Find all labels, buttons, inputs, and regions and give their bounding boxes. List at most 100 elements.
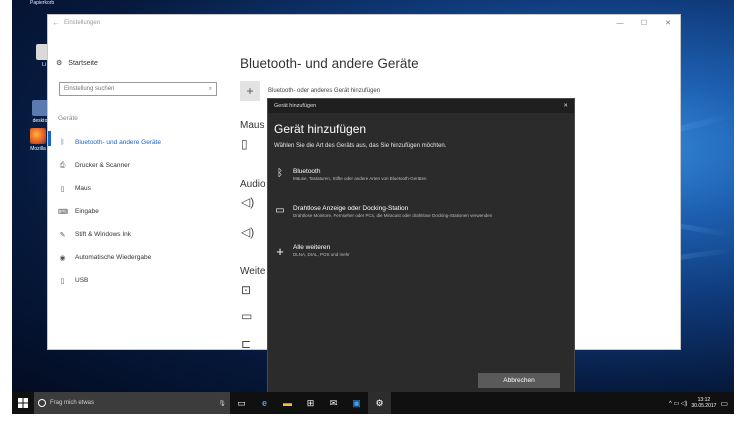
- store-icon: ⊞: [306, 397, 315, 408]
- add-device-dialog: Gerät hinzufügen ✕ Gerät hinzufügen Wähl…: [267, 98, 575, 396]
- nav-item-printers[interactable]: ⎙ Drucker & Scanner: [56, 154, 226, 177]
- settings-nav: ᛒ Bluetooth- und andere Geräte ⎙ Drucker…: [56, 131, 226, 292]
- taskbar: Frag mich etwas 🎙︎ ▭ e ▬ ⊞ ✉ ▣ ⚙ ^ ▭ ◁) …: [12, 392, 734, 414]
- settings-search-input[interactable]: Einstellung suchen ⌕: [59, 82, 217, 96]
- bluetooth-icon: ᛒ: [277, 168, 283, 179]
- device-icon: ⊏: [241, 337, 252, 351]
- pen-icon: ✎: [59, 231, 66, 239]
- clock[interactable]: 13:12 30.05.2017: [691, 397, 716, 410]
- monitor-icon: ▭: [241, 309, 253, 323]
- settings-button[interactable]: ⚙: [368, 392, 391, 414]
- dialog-titlebar: Gerät hinzufügen ✕: [268, 99, 574, 113]
- option-description: Mäuse, Tastaturen, Stifte oder andere Ar…: [293, 176, 427, 181]
- dialog-titlebar-text: Gerät hinzufügen: [274, 103, 317, 109]
- plus-icon: +: [240, 81, 260, 101]
- desktop-icon-label: deskto: [32, 118, 48, 124]
- nav-item-bluetooth[interactable]: ᛒ Bluetooth- und andere Geräte: [56, 131, 226, 154]
- recycle-bin-label[interactable]: Papierkorb: [30, 0, 54, 6]
- app-icon: [32, 100, 48, 116]
- window-title: Einstellungen: [64, 20, 101, 26]
- add-device-label: Bluetooth- oder anderes Gerät hinzufügen: [268, 88, 381, 94]
- usb-icon: ▯: [60, 277, 65, 285]
- autoplay-icon: ◉: [59, 254, 66, 262]
- section-label: Geräte: [58, 115, 78, 122]
- nav-item-mouse[interactable]: ▯ Maus: [56, 177, 226, 200]
- option-name: Bluetooth: [293, 168, 321, 175]
- back-arrow-icon[interactable]: ←: [48, 20, 64, 27]
- printer-icon: ⎙: [59, 161, 66, 169]
- task-view-icon: ▭: [237, 397, 246, 408]
- screen: Papierkorb Li deskto Mozilla ← Einstellu…: [0, 0, 750, 421]
- task-view-button[interactable]: ▭: [230, 392, 253, 414]
- settings-titlebar: ← Einstellungen — ☐ ✕: [48, 15, 680, 31]
- section-other: Weite: [240, 266, 266, 277]
- page-title: Bluetooth- und andere Geräte: [240, 56, 419, 71]
- mail-icon: ✉: [329, 397, 338, 408]
- mouse-icon: ▯: [60, 185, 65, 193]
- dialog-close-button[interactable]: ✕: [563, 103, 568, 109]
- dialog-title: Gerät hinzufügen: [274, 122, 367, 136]
- file-explorer-button[interactable]: ▬: [276, 392, 299, 414]
- app-icon: ▣: [352, 397, 361, 408]
- plus-icon: +: [276, 244, 284, 259]
- desktop-icon-label: Mozilla: [30, 146, 46, 152]
- option-everything-else[interactable]: + Alle weiteren DLNA, DIAL, POS und mehr: [274, 244, 570, 259]
- option-name: Alle weiteren: [293, 244, 331, 251]
- close-button[interactable]: ✕: [656, 19, 680, 27]
- windows-logo-icon: [18, 398, 28, 408]
- tray-icons[interactable]: ^ ▭ ◁): [669, 400, 687, 407]
- nav-item-pen[interactable]: ✎ Stift & Windows Ink: [56, 223, 226, 246]
- dialog-description: Wählen Sie die Art des Geräts aus, das S…: [274, 143, 447, 149]
- gear-icon: ⚙: [56, 60, 63, 67]
- home-link[interactable]: ⚙ Startseite: [56, 59, 98, 68]
- nav-item-input[interactable]: ⌨ Eingabe: [56, 200, 226, 223]
- mouse-icon: ▯: [241, 137, 248, 151]
- edge-icon: e: [261, 398, 267, 408]
- desktop-icon-label: Li: [42, 62, 46, 68]
- nav-item-label: Eingabe: [75, 208, 99, 215]
- taskbar-search-placeholder: Frag mich etwas: [50, 400, 95, 406]
- monitor-icon: ▭: [275, 205, 285, 216]
- notification-icon[interactable]: ▭: [720, 399, 728, 408]
- microphone-icon: 🎙︎: [218, 400, 226, 407]
- home-label: Startseite: [68, 59, 98, 67]
- option-wireless-display[interactable]: ▭ Drahtlose Anzeige oder Docking-Station…: [274, 205, 570, 219]
- nav-item-label: Maus: [75, 185, 91, 192]
- speaker-icon: ◁): [241, 225, 255, 239]
- settings-sidebar: ⚙ Startseite Einstellung suchen ⌕ Geräte…: [48, 31, 228, 349]
- active-indicator: [48, 131, 51, 146]
- speaker-icon: ◁): [241, 195, 255, 209]
- option-description: Drahtlose Monitore, Fernseher oder PCs, …: [293, 213, 493, 218]
- keyboard-icon: ⌨: [58, 208, 69, 216]
- maximize-button[interactable]: ☐: [632, 19, 656, 27]
- cancel-button[interactable]: Abbrechen: [478, 373, 560, 388]
- edge-button[interactable]: e: [253, 392, 276, 414]
- settings-icon: ⚙: [375, 397, 384, 408]
- nav-item-label: Bluetooth- und andere Geräte: [75, 139, 162, 146]
- cortana-search-input[interactable]: Frag mich etwas 🎙︎: [34, 392, 230, 414]
- store-button[interactable]: ⊞: [299, 392, 322, 414]
- nav-item-label: USB: [75, 277, 89, 284]
- system-tray: ^ ▭ ◁) 13:12 30.05.2017 ▭: [669, 397, 734, 410]
- mail-button[interactable]: ✉: [322, 392, 345, 414]
- nav-item-label: Drucker & Scanner: [75, 162, 130, 169]
- section-mouse: Maus: [240, 120, 265, 131]
- nav-item-usb[interactable]: ▯ USB: [56, 269, 226, 292]
- device-icon: ⊡: [241, 283, 252, 297]
- bluetooth-icon: ᛒ: [60, 139, 65, 146]
- search-icon: ⌕: [208, 85, 212, 92]
- file-explorer-icon: ▬: [283, 398, 292, 408]
- app-button[interactable]: ▣: [345, 392, 368, 414]
- cortana-icon: [38, 399, 46, 407]
- search-placeholder: Einstellung suchen: [64, 86, 115, 92]
- nav-item-autoplay[interactable]: ◉ Automatische Wiedergabe: [56, 246, 226, 269]
- option-bluetooth[interactable]: ᛒ Bluetooth Mäuse, Tastaturen, Stifte od…: [274, 168, 570, 182]
- start-button[interactable]: [12, 392, 34, 414]
- firefox-icon: [30, 128, 46, 144]
- section-audio: Audio: [240, 179, 266, 190]
- nav-item-label: Automatische Wiedergabe: [75, 254, 152, 261]
- clock-date: 30.05.2017: [691, 403, 717, 409]
- option-description: DLNA, DIAL, POS und mehr: [293, 252, 350, 257]
- minimize-button[interactable]: —: [608, 20, 632, 27]
- option-name: Drahtlose Anzeige oder Docking-Station: [293, 205, 409, 212]
